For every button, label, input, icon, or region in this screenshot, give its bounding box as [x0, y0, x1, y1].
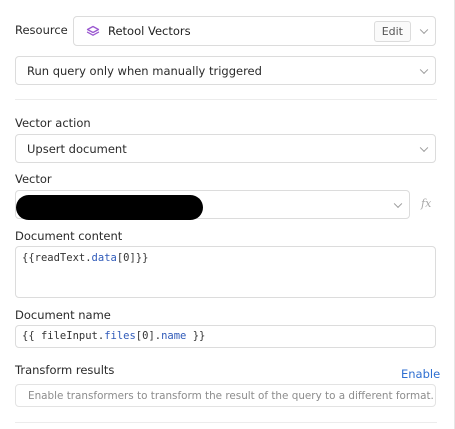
vector-action-label: Vector action — [15, 116, 91, 130]
document-name-editor[interactable]: {{ fileInput.files[0].name }} — [15, 325, 436, 348]
trigger-mode-value: Run query only when manually triggered — [27, 63, 262, 78]
fx-icon[interactable]: fx — [421, 197, 431, 210]
document-name-label: Document name — [15, 308, 111, 322]
enable-transform-link[interactable]: Enable — [401, 367, 440, 381]
transform-results-label: Transform results — [15, 363, 115, 377]
transform-placeholder-text: Enable transformers to transform the res… — [28, 390, 434, 402]
vector-action-select[interactable]: Upsert document — [15, 134, 436, 163]
resource-label: Resource — [15, 23, 68, 37]
chevron-down-icon[interactable] — [419, 143, 429, 152]
redaction-mark — [16, 195, 203, 220]
edit-resource-button[interactable]: Edit — [373, 21, 411, 42]
section-divider — [15, 99, 437, 100]
resource-select[interactable]: Retool Vectors Edit — [73, 16, 436, 46]
layers-icon — [86, 25, 100, 36]
section-divider — [15, 422, 437, 423]
resource-value: Retool Vectors — [108, 24, 191, 38]
document-content-code: {{readText.data[0]}} — [22, 252, 149, 264]
chevron-down-icon[interactable] — [393, 199, 403, 208]
document-content-editor[interactable]: {{readText.data[0]}} — [15, 246, 436, 298]
chevron-down-icon[interactable] — [419, 65, 429, 74]
transform-placeholder-box[interactable]: Enable transformers to transform the res… — [15, 384, 436, 407]
document-content-label: Document content — [15, 229, 123, 243]
vector-action-value: Upsert document — [27, 141, 127, 156]
document-name-code: {{ fileInput.files[0].name }} — [22, 330, 206, 342]
vector-label: Vector — [15, 172, 52, 186]
chevron-down-icon[interactable] — [419, 25, 429, 35]
trigger-mode-select[interactable]: Run query only when manually triggered — [15, 56, 436, 85]
